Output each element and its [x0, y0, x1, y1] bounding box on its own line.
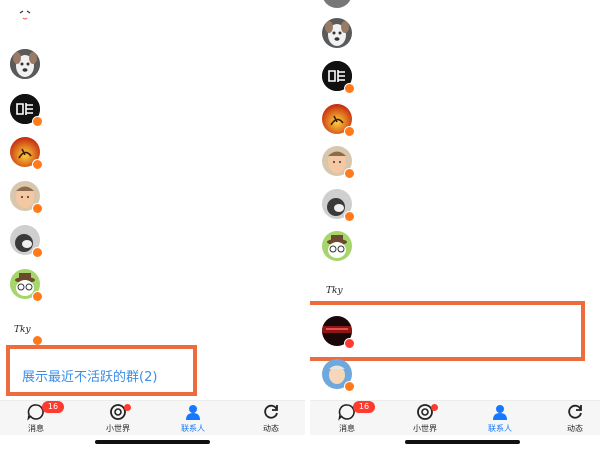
- dog-photo: [322, 18, 352, 48]
- online-status-badge: [344, 126, 355, 137]
- tab-contacts[interactable]: 联系人: [163, 401, 223, 435]
- contacts-icon: [493, 405, 507, 420]
- contacts-panel-right: Tky 16 消息 小世界 联系人 动态: [310, 0, 600, 450]
- tab-label: 小世界: [413, 424, 437, 433]
- bottom-tab-bar: 16 消息 小世界 联系人 动态: [0, 400, 305, 435]
- tab-label: 动态: [567, 424, 583, 433]
- online-status-badge: [32, 159, 43, 170]
- svg-text:Tky: Tky: [326, 286, 343, 296]
- contact-avatar-2[interactable]: [322, 18, 352, 48]
- online-status-badge: [32, 291, 43, 302]
- contact-avatar-7[interactable]: [322, 231, 352, 261]
- tab-label: 动态: [263, 424, 279, 433]
- new-content-dot: [124, 404, 131, 411]
- new-content-dot: [431, 404, 438, 411]
- home-indicator: [95, 440, 210, 444]
- online-status-badge: [344, 83, 355, 94]
- contact-avatar-2[interactable]: [10, 49, 40, 79]
- bottom-tab-bar: 16 消息 小世界 联系人 动态: [310, 400, 600, 435]
- svg-text:Tky: Tky: [14, 325, 31, 335]
- online-status-badge: [32, 247, 43, 258]
- unread-count-badge: 16: [42, 401, 64, 413]
- tab-messages[interactable]: 16 消息: [317, 401, 377, 435]
- face-emoticon-icon: [19, 10, 31, 20]
- cartoon-hat-glasses-avatar: [322, 231, 352, 261]
- tab-label: 联系人: [181, 424, 205, 433]
- tab-feed[interactable]: 动态: [545, 401, 600, 435]
- refresh-icon: [568, 404, 582, 419]
- tab-feed[interactable]: 动态: [241, 401, 301, 435]
- highlight-contact-row: [310, 301, 585, 361]
- online-status-badge: [344, 381, 355, 392]
- dog-photo: [10, 49, 40, 79]
- unread-count-badge: 16: [353, 401, 375, 413]
- tab-small-world[interactable]: 小世界: [395, 401, 455, 435]
- tab-contacts[interactable]: 联系人: [470, 401, 530, 435]
- tab-small-world[interactable]: 小世界: [88, 401, 148, 435]
- contacts-icon: [186, 405, 200, 420]
- contact-avatar-1[interactable]: [10, 3, 40, 33]
- contact-avatar-8[interactable]: Tky: [322, 274, 352, 304]
- tab-label: 联系人: [488, 424, 512, 433]
- contacts-panel-left: Tky 展示最近不活跃的群(2) 16 消息 小世界 联系人 动态: [0, 0, 305, 450]
- tab-label: 消息: [28, 424, 44, 433]
- refresh-icon: [264, 404, 278, 419]
- online-status-badge: [344, 168, 355, 179]
- tab-messages[interactable]: 16 消息: [6, 401, 66, 435]
- tab-label: 小世界: [106, 424, 130, 433]
- home-indicator: [405, 440, 520, 444]
- tab-label: 消息: [339, 424, 355, 433]
- contact-avatar-top[interactable]: [322, 0, 352, 8]
- highlight-inactive-groups: [6, 345, 197, 396]
- online-status-badge: [344, 211, 355, 222]
- online-status-badge: [32, 203, 43, 214]
- online-status-badge: [32, 116, 43, 127]
- text-logo: Tky: [326, 286, 343, 296]
